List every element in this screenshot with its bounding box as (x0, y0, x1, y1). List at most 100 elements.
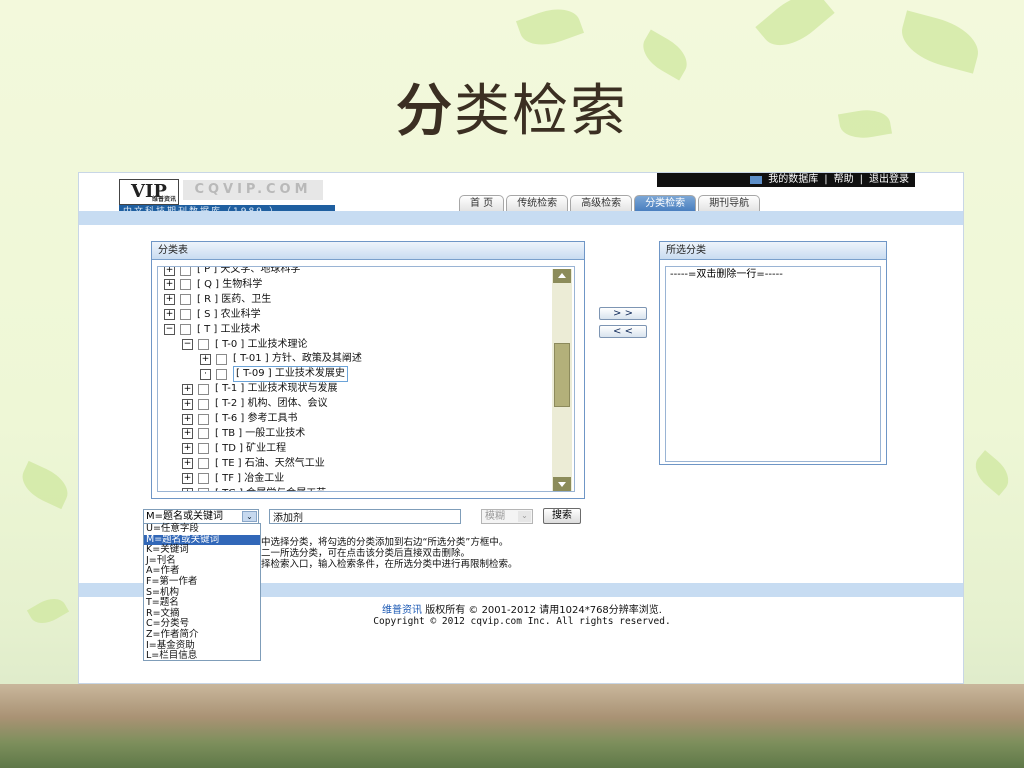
leaf-decoration (968, 450, 1016, 496)
chevron-down-icon[interactable]: ⌄ (518, 511, 531, 522)
cqvip-brand: CQVIP.COM (183, 180, 323, 200)
expand-icon[interactable]: + (182, 458, 193, 470)
tree-row[interactable]: + [ TF ] 冶金工业 (182, 472, 284, 486)
tree-row[interactable]: + [ Q ] 生物科学 (164, 278, 262, 292)
search-button[interactable]: 搜索 (543, 508, 581, 524)
help-link[interactable]: 帮助 (834, 173, 854, 187)
logout-link[interactable]: 退出登录 (869, 173, 909, 187)
help-text-1: 中选择分类，将勾选的分类添加到右边“所选分类”方框中。 (261, 537, 509, 548)
dropdown-option[interactable]: L=栏目信息 (144, 651, 260, 662)
category-checkbox[interactable] (216, 368, 227, 380)
category-label[interactable]: [ T-2 ] 机构、团体、会议 (215, 397, 328, 411)
category-checkbox[interactable] (198, 339, 209, 350)
tree-row[interactable]: + [ T-01 ] 方针、政策及其阐述 (200, 352, 362, 366)
category-checkbox[interactable] (180, 324, 191, 336)
category-label[interactable]: [ S ] 农业科学 (197, 308, 261, 322)
expand-icon[interactable]: + (164, 267, 175, 276)
scroll-down-button[interactable] (553, 477, 571, 491)
main-nav: 首 页 传统检索 高级检索 分类检索 期刊导航 (459, 195, 761, 211)
category-checkbox[interactable] (180, 309, 191, 321)
leaf-decoration (755, 0, 835, 58)
expand-icon[interactable]: + (182, 383, 193, 395)
category-checkbox[interactable] (198, 428, 209, 440)
category-checkbox[interactable] (198, 413, 209, 425)
tree-row[interactable]: − [ T ] 工业技术 (164, 323, 260, 337)
dropdown-option[interactable]: Z=作者简介 (144, 629, 260, 641)
search-field-select[interactable]: M=题名或关键词 ⌄ (143, 509, 259, 524)
expand-icon[interactable]: + (182, 473, 193, 485)
tree-row[interactable]: + [ TG ] 金属学与金属工艺 (182, 487, 326, 492)
dropdown-option[interactable]: U=任意字段 (144, 523, 260, 535)
category-checkbox[interactable] (198, 443, 209, 455)
category-label[interactable]: [ TG ] 金属学与金属工艺 (215, 487, 326, 492)
collapse-icon[interactable]: − (182, 339, 193, 350)
category-label[interactable]: [ P ] 天文学、地球科学 (197, 267, 300, 277)
leaf-decoration (16, 460, 74, 510)
category-checkbox[interactable] (216, 353, 227, 365)
tab-category-search[interactable]: 分类检索 (634, 195, 697, 211)
category-checkbox[interactable] (180, 294, 191, 306)
expand-icon[interactable]: + (164, 279, 175, 291)
expand-icon[interactable]: + (182, 413, 193, 425)
chevron-down-icon[interactable]: ⌄ (242, 511, 257, 522)
tree-row[interactable]: + [ TB ] 一般工业技术 (182, 427, 305, 441)
tab-traditional-search[interactable]: 传统检索 (506, 195, 569, 211)
category-label[interactable]: [ TD ] 矿业工程 (215, 442, 286, 456)
category-checkbox[interactable] (198, 383, 209, 395)
scroll-up-button[interactable] (553, 269, 571, 283)
tree-row[interactable]: + [ T-1 ] 工业技术现状与发展 (182, 382, 338, 396)
dropdown-option[interactable]: F=第一作者 (144, 576, 260, 588)
scroll-thumb[interactable] (554, 343, 570, 407)
expand-icon[interactable]: + (200, 353, 211, 365)
remove-category-button[interactable]: < < (599, 325, 647, 338)
tree-row[interactable]: + [ P ] 天文学、地球科学 (164, 267, 300, 277)
expand-icon[interactable]: + (182, 398, 193, 410)
category-label[interactable]: [ T ] 工业技术 (197, 323, 260, 337)
category-label[interactable]: [ TF ] 冶金工业 (215, 472, 284, 486)
expand-icon[interactable]: + (182, 443, 193, 455)
category-label[interactable]: [ T-1 ] 工业技术现状与发展 (215, 382, 338, 396)
leaf-node-icon[interactable]: · (200, 368, 211, 380)
keyword-input[interactable] (269, 509, 461, 524)
category-label[interactable]: [ Q ] 生物科学 (197, 278, 262, 292)
category-label[interactable]: [ TB ] 一般工业技术 (215, 427, 305, 441)
tree-row[interactable]: + [ T-2 ] 机构、团体、会议 (182, 397, 328, 411)
collapse-icon[interactable]: − (164, 324, 175, 336)
tree-row[interactable]: + [ TD ] 矿业工程 (182, 442, 286, 456)
expand-icon[interactable]: + (182, 428, 193, 440)
tree-row[interactable]: + [ S ] 农业科学 (164, 308, 261, 322)
tree-scrollbar[interactable] (552, 269, 572, 491)
my-database-link[interactable]: 我的数据库 (768, 173, 818, 187)
tree-row[interactable]: · [ T-09 ] 工业技术发展史 (200, 366, 348, 383)
category-label[interactable]: [ R ] 医药、卫生 (197, 293, 271, 307)
category-checkbox[interactable] (198, 398, 209, 410)
help-text-2: 二一所选分类，可在点击该分类后直接双击删除。 (261, 548, 471, 559)
match-mode-select[interactable]: 模糊 ⌄ (481, 509, 533, 524)
expand-icon[interactable]: + (164, 294, 175, 306)
category-tree-panel: 分类表 + [ P ] 天文学、地球科学 + [ Q ] 生物科学 + [ R ] 医药、… (151, 241, 585, 499)
category-checkbox[interactable] (180, 267, 191, 276)
expand-icon[interactable]: + (164, 309, 175, 321)
tab-journal-navigation[interactable]: 期刊导航 (698, 195, 761, 211)
selected-categories-list[interactable]: -----=双击删除一行=----- (665, 266, 881, 462)
category-label[interactable]: [ T-6 ] 参考工具书 (215, 412, 298, 426)
tree-row[interactable]: + [ T-6 ] 参考工具书 (182, 412, 298, 426)
leaf-decoration (515, 0, 585, 54)
category-label[interactable]: [ TE ] 石油、天然气工业 (215, 457, 325, 471)
footer-brand-link[interactable]: 维普资讯 (382, 605, 422, 616)
expand-icon[interactable]: + (182, 488, 193, 491)
tree-row[interactable]: + [ TE ] 石油、天然气工业 (182, 457, 325, 471)
tab-home[interactable]: 首 页 (459, 195, 505, 211)
category-checkbox[interactable] (198, 473, 209, 485)
add-category-button[interactable]: > > (599, 307, 647, 320)
tree-row[interactable]: − [ T-0 ] 工业技术理论 (182, 338, 308, 352)
category-checkbox[interactable] (198, 488, 209, 491)
category-label[interactable]: [ T-01 ] 方针、政策及其阐述 (233, 352, 362, 366)
tree-row[interactable]: + [ R ] 医药、卫生 (164, 293, 271, 307)
category-checkbox[interactable] (180, 279, 191, 291)
tab-advanced-search[interactable]: 高级检索 (570, 195, 633, 211)
category-label[interactable]: [ T-09 ] 工业技术发展史 (233, 366, 348, 383)
category-checkbox[interactable] (198, 458, 209, 470)
web-page-screenshot: VIP维普资讯 CQVIP.COM 中文科技期刊数据库（1989-） 我的数据库… (78, 172, 964, 684)
category-label[interactable]: [ T-0 ] 工业技术理论 (215, 338, 308, 352)
